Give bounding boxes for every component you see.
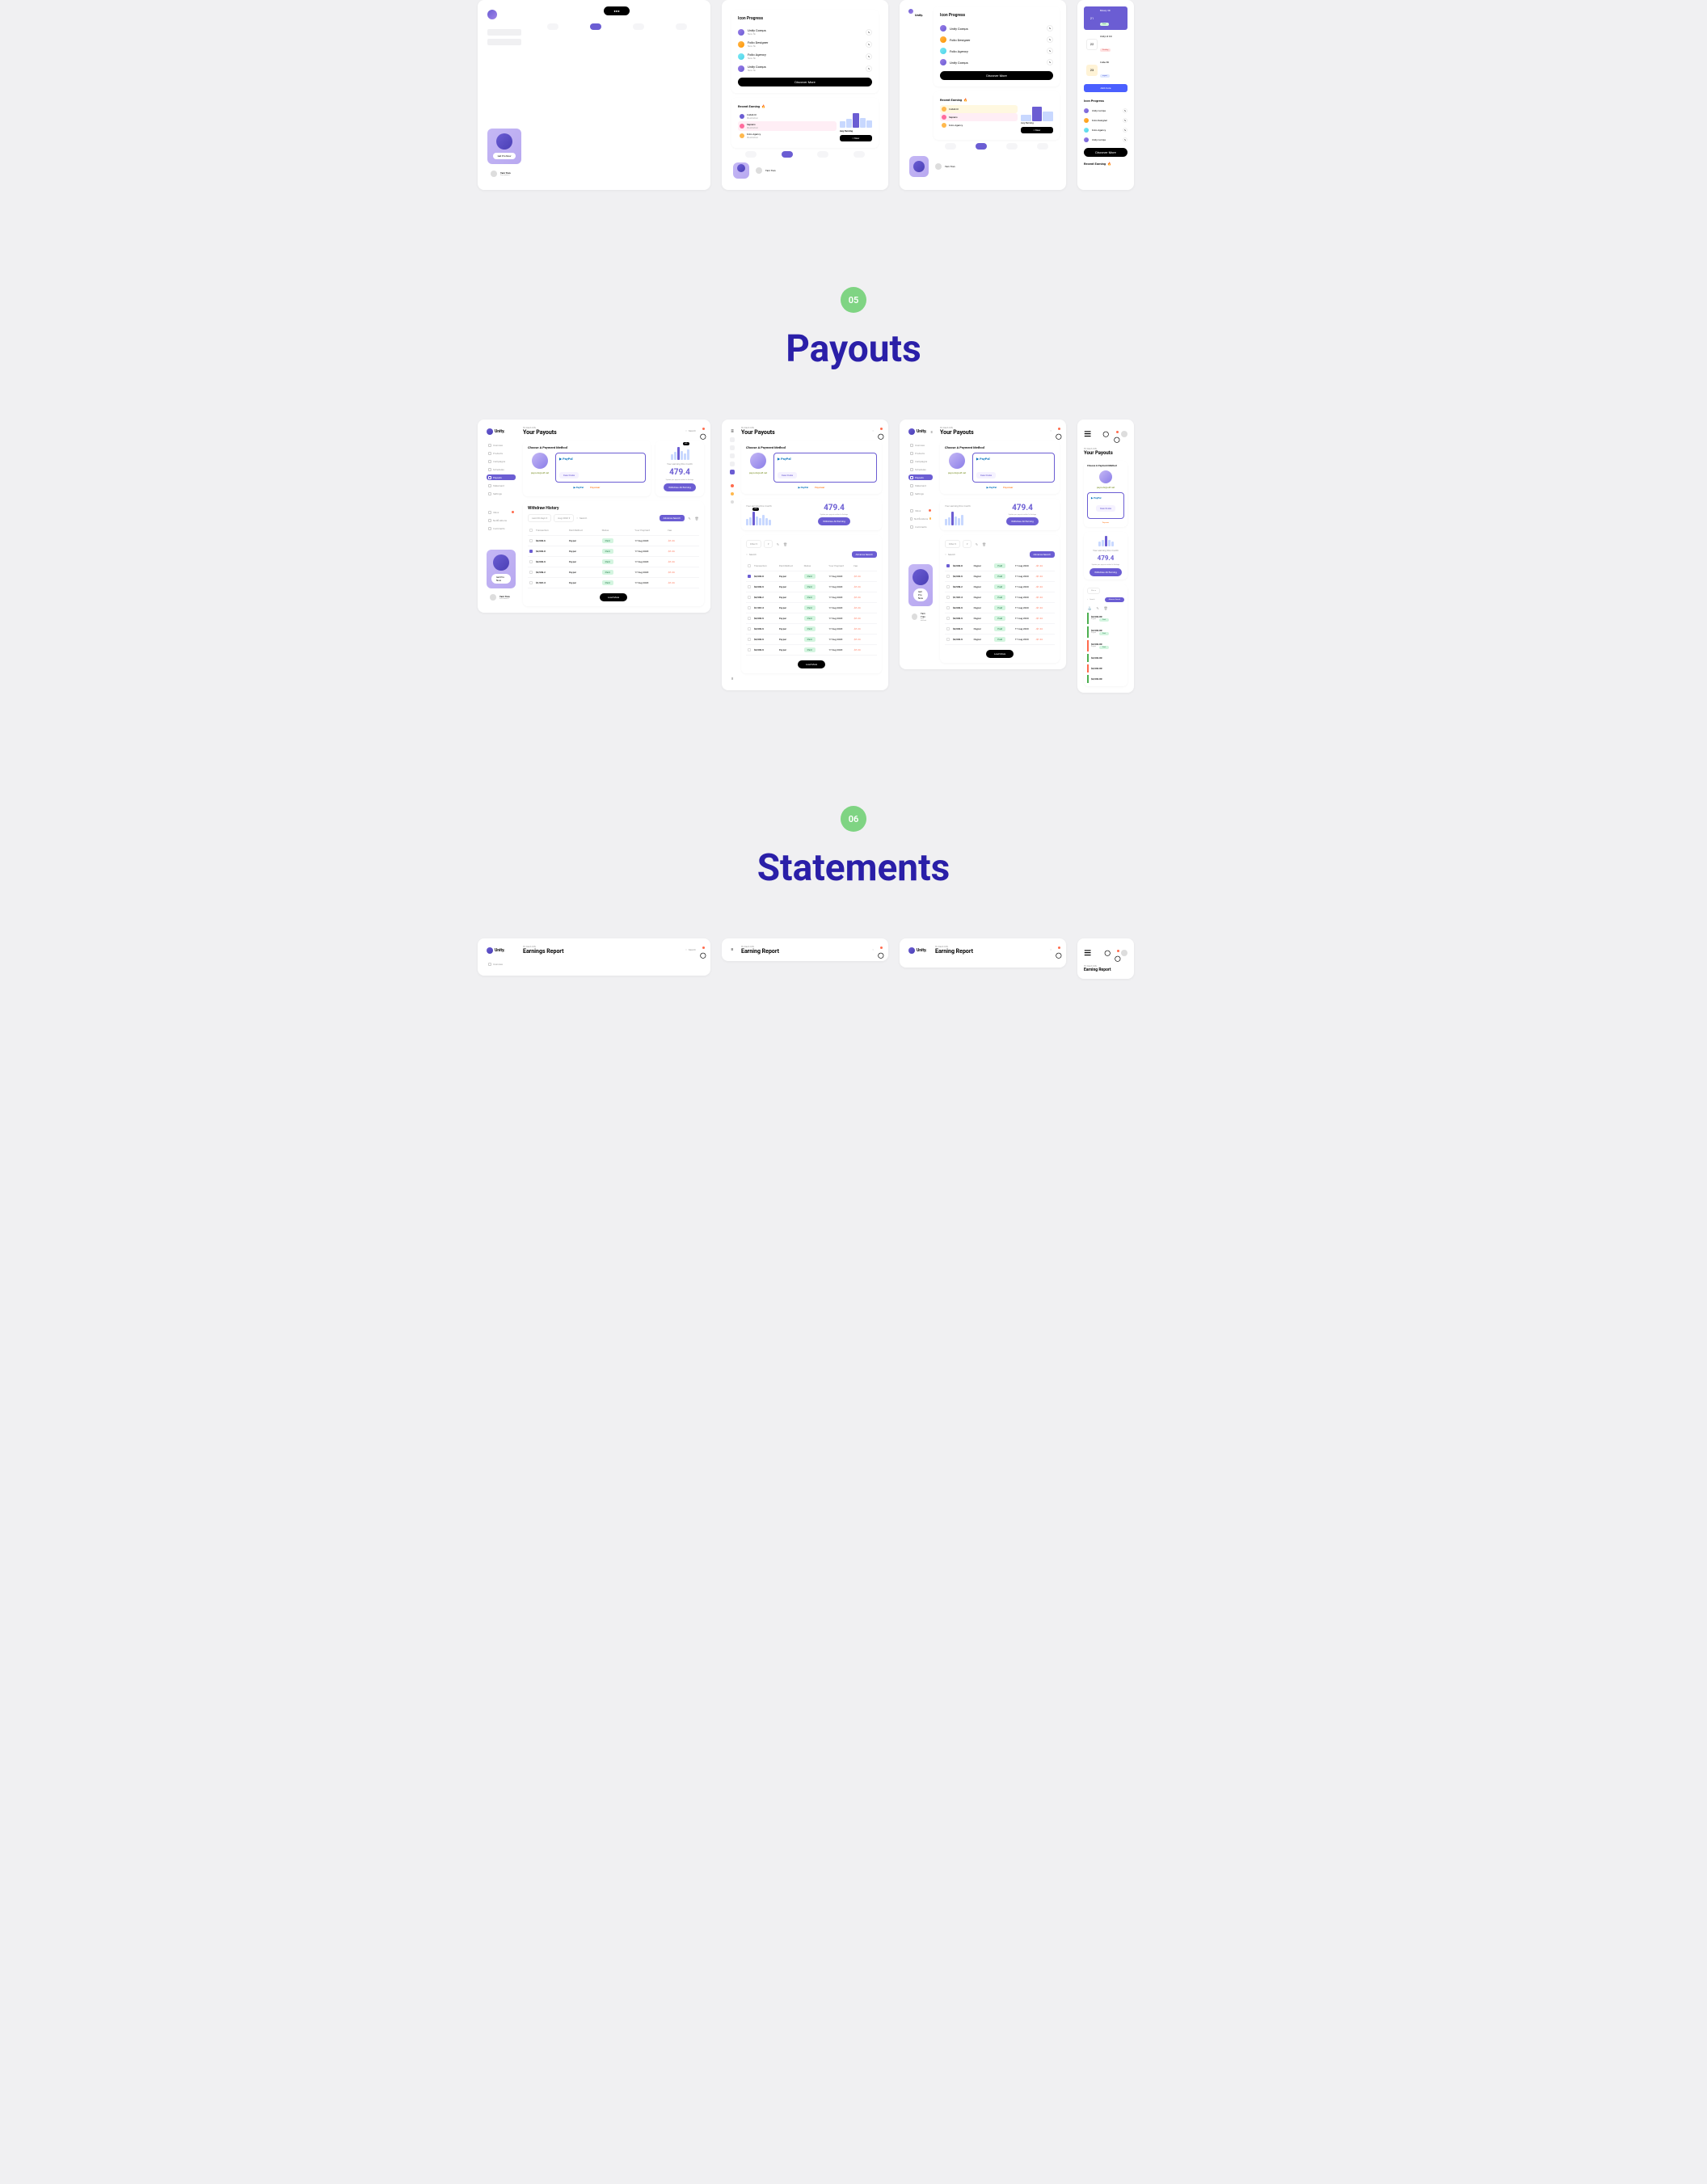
nav-products[interactable]: Products xyxy=(487,450,516,456)
preview-card-2: Icon Progress Unity CompsNew 5k% Folio D… xyxy=(722,0,888,190)
month-filter[interactable]: Aug 2020 ▾ xyxy=(554,514,574,522)
fire-icon: 🔥 xyxy=(761,104,765,108)
payouts-tablet-preview: ≡ Hi Dash UI8,Your Payouts ○○ Choose A P… xyxy=(722,420,888,690)
statements-mobile-preview: ≡○○ Hi Dash UI8,Earning Report xyxy=(1077,938,1134,979)
preview-card-4: 21Binary 3DDone 22Unity UI KitPending 23… xyxy=(1077,0,1134,190)
statements-medium-preview: Unity. Hi Dash UI8,Earning Report ○○ xyxy=(900,938,1066,968)
icon-progress-title: Icon Progress xyxy=(738,16,872,21)
payouts-desktop-preview: Unity. Overview Products Campaigns Sched… xyxy=(478,420,710,613)
payoneer-option[interactable]: Payoneer xyxy=(590,486,600,489)
section-title: Statements xyxy=(478,846,1229,890)
menu-icon[interactable]: ≡ xyxy=(1084,426,1091,442)
logo-icon xyxy=(487,10,497,19)
discover-more-button[interactable]: Discover More xyxy=(738,78,872,86)
search-input[interactable]: ○ Search xyxy=(685,429,696,432)
logo-icon xyxy=(487,428,493,435)
deactivate-button[interactable]: Deactivate xyxy=(559,472,579,479)
withdraw-button[interactable]: Withdraw All Earning xyxy=(818,517,850,525)
action-button[interactable]: ●●● xyxy=(604,6,629,15)
paypal-logo: ▶ PayPal xyxy=(559,457,642,461)
menu-icon[interactable]: ≡ xyxy=(931,430,933,434)
withdraw-button[interactable]: Withdraw All Earning xyxy=(664,483,696,491)
table-row[interactable]: $2,549.2PaypalPaid17 Aug 2020-$1.24 xyxy=(528,567,699,578)
avatar[interactable] xyxy=(1121,431,1127,437)
preview-card-3: Unity. Icon Progress Unity Comps% Folio … xyxy=(900,0,1066,190)
get-pro-button[interactable]: Get Pro Now xyxy=(493,153,516,159)
advance-search-button[interactable]: Advance Search xyxy=(852,551,878,558)
nav-campaigns[interactable]: Campaigns xyxy=(487,458,516,464)
menu-icon[interactable]: ≡ xyxy=(731,428,734,434)
table-search[interactable]: ○ Search xyxy=(576,516,587,520)
nav-payouts[interactable] xyxy=(730,470,735,474)
sphere-icon xyxy=(496,133,512,150)
user-profile[interactable]: Tam Tran Free account xyxy=(487,167,521,180)
delete-icon[interactable]: 🗑 xyxy=(694,516,699,521)
paypal-card[interactable]: ▶ PayPal Deactivate xyxy=(555,453,646,483)
add-more-button[interactable]: Add more xyxy=(1084,84,1127,92)
preview-card-1: Get Pro Now Tam Tran Free account ●●● xyxy=(478,0,710,190)
filter-dropdown[interactable]: Filter ▾ xyxy=(746,540,761,548)
month-filter[interactable]: ▾ xyxy=(764,540,773,548)
statements-desktop-preview: Unity. Overview Hi Dash UI8,Earnings Rep… xyxy=(478,938,710,976)
nav-statement[interactable]: Statement xyxy=(487,483,516,488)
nav-comments[interactable]: Comments xyxy=(487,525,516,531)
table-row[interactable]: $1,567.3PaypalPaid17 Aug 2020-$1.24 xyxy=(528,578,699,588)
load-more-button[interactable]: Load More xyxy=(600,593,627,601)
paypal-option[interactable]: ▶ PayPal xyxy=(574,486,584,489)
section-badge: 05 xyxy=(841,287,866,313)
advance-search-button[interactable]: Advance Search xyxy=(660,515,685,521)
new-button[interactable]: □ New xyxy=(1021,127,1053,133)
page-title: Earnings Report xyxy=(523,948,564,955)
table-row[interactable]: $2,932.0PaypalPaid17 Aug 2020-$1.24 xyxy=(528,546,699,557)
nav-overview[interactable]: Overview xyxy=(487,442,516,448)
checkbox[interactable] xyxy=(529,550,533,553)
edit-icon[interactable]: ✎ xyxy=(687,516,692,521)
nav-settings[interactable]: Settings xyxy=(487,491,516,496)
page-title: Your Payouts xyxy=(523,429,557,436)
payouts-medium-preview: Unity.≡ Overview Products Campaigns Sche… xyxy=(900,420,1066,669)
section-badge: 06 xyxy=(841,806,866,832)
date-filter[interactable]: Last 30 days ▾ xyxy=(528,514,551,522)
load-more-button[interactable]: Load More xyxy=(798,660,825,668)
nav-payouts[interactable] xyxy=(590,23,601,30)
table-row[interactable]: $2,932.9PaypalPaid17 Aug 2020-$1.24 xyxy=(528,557,699,567)
earning-value: 479.4 xyxy=(669,468,690,477)
sphere-icon xyxy=(532,453,548,469)
notification-icon[interactable]: ○ xyxy=(699,428,704,433)
nav-schedules[interactable]: Schedules xyxy=(487,466,516,472)
get-pro-button[interactable]: Get Pro Now xyxy=(491,574,511,584)
history-title: Withdraw History xyxy=(528,506,699,511)
nav-payouts[interactable]: Payouts xyxy=(487,474,516,480)
nav-inbox[interactable]: Inbox xyxy=(487,509,516,515)
menu-icon[interactable]: ≡ xyxy=(731,677,733,681)
statements-tablet-preview: ≡ Hi Dash UI8,Earning Report ○○ xyxy=(722,938,888,961)
new-button[interactable]: □ New xyxy=(840,135,872,141)
nav-notifications[interactable]: Notifications xyxy=(487,517,516,523)
payouts-mobile-preview: ≡○○ Hi Dash UI8,Your Payouts Choose A Pa… xyxy=(1077,420,1134,693)
section-title: Payouts xyxy=(478,327,1229,371)
notification-icon[interactable]: ○ xyxy=(877,428,882,433)
avatar xyxy=(491,171,497,177)
delete-icon[interactable]: 🗑 xyxy=(782,542,787,546)
promo-card[interactable]: Get Pro Now xyxy=(487,129,521,164)
edit-icon[interactable]: ✎ xyxy=(775,542,780,546)
earning-chart xyxy=(671,445,689,460)
table-row[interactable]: $2,932.6PaypalPaid17 Aug 2020-$1.24 xyxy=(528,536,699,546)
